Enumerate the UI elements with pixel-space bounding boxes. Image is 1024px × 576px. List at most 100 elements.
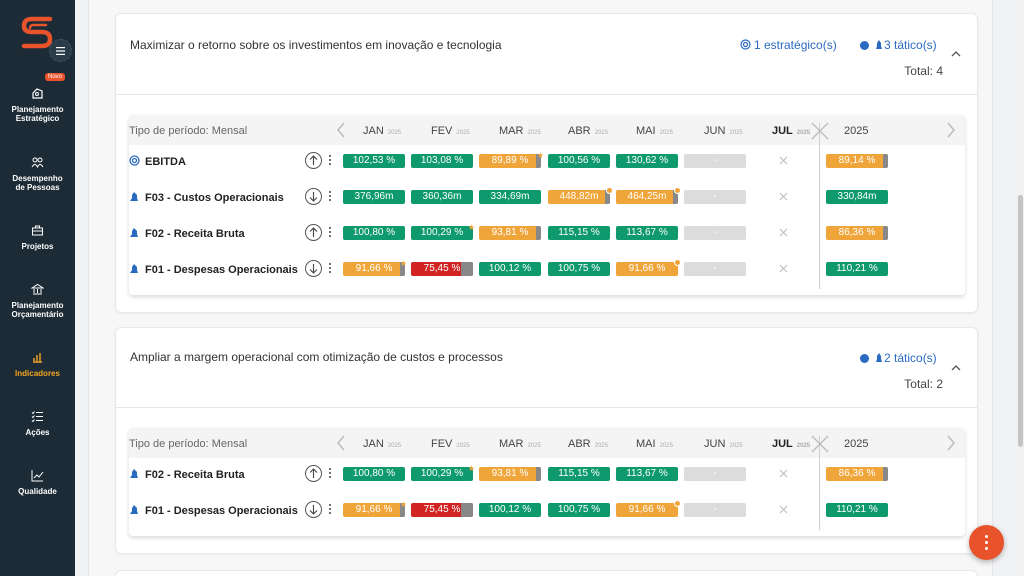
polarity-down-button[interactable]	[305, 260, 322, 277]
value-text: 110,21 %	[836, 504, 878, 515]
month-header: JUN 2025	[704, 125, 743, 137]
sidebar-item-desempenho-de-pessoas[interactable]: Desempenho de Pessoas	[0, 156, 75, 192]
indicator-value-cell[interactable]: 100,75 %	[548, 503, 610, 517]
indicator-value-cell[interactable]: 100,29 % ★	[411, 223, 475, 240]
indicator-value-cell[interactable]: 100,80 %	[343, 226, 405, 240]
row-options-icon[interactable]	[328, 503, 332, 515]
indicator-name: F02 - Receita Bruta	[145, 469, 245, 481]
bar-chart-icon	[33, 353, 42, 363]
close-icon[interactable]	[809, 433, 831, 455]
indicator-value-cell[interactable]: 360,36m	[411, 190, 473, 204]
previous-period-arrow-icon[interactable]	[335, 121, 347, 139]
indicator-value-cell[interactable]: 91,66 %	[616, 500, 681, 517]
sidebar-item-planejamento-estrategico[interactable]: Planejamento Estratégico	[0, 87, 75, 123]
indicator-value-cell[interactable]: 91,66 % ★	[343, 259, 407, 276]
month-name: ABR	[568, 125, 591, 137]
chess-piece-icon	[130, 264, 138, 273]
indicator-value-cell[interactable]: 75,45 %	[411, 262, 473, 276]
indicator-value-cell[interactable]: 89,89 % ★	[479, 151, 544, 168]
next-period-arrow-icon[interactable]	[945, 434, 957, 452]
polarity-up-button[interactable]	[305, 152, 322, 169]
indicator-value-cell[interactable]: 113,67 %	[616, 226, 678, 240]
indicator-value-cell[interactable]: 103,08 %	[411, 154, 473, 168]
row-options-icon[interactable]	[328, 467, 332, 479]
indicator-value-cell[interactable]: -	[684, 190, 746, 204]
collapse-chevron-icon[interactable]	[950, 362, 962, 374]
indicator-row[interactable]: F03 - Custos Operacionais	[129, 191, 284, 204]
indicator-value-cell[interactable]: 100,80 %	[343, 467, 405, 481]
scrollbar[interactable]	[1017, 0, 1024, 576]
indicator-value-cell[interactable]: 376,96m	[343, 190, 405, 204]
indicator-row[interactable]: F02 - Receita Bruta	[129, 227, 245, 240]
indicator-value-cell[interactable]: 115,15 %	[548, 226, 610, 240]
close-icon[interactable]	[809, 120, 831, 142]
indicator-value-cell[interactable]: 100,75 %	[548, 262, 610, 276]
indicator-value-cell[interactable]: -	[684, 262, 746, 276]
polarity-up-button[interactable]	[305, 224, 322, 241]
indicator-value-cell[interactable]: -	[684, 467, 746, 481]
indicator-value-cell[interactable]: 93,81 %	[479, 226, 541, 240]
month-year: 2025	[594, 443, 608, 449]
objective-title: Ampliar a margem operacional com otimiza…	[130, 350, 503, 364]
indicator-row[interactable]: F02 - Receita Bruta	[129, 468, 245, 481]
year-value-cell[interactable]: 86,36 %	[826, 467, 888, 481]
year-value-cell[interactable]: 110,21 %	[826, 262, 888, 276]
year-value-cell[interactable]: 89,14 %	[826, 154, 888, 168]
strategic-indicators-chip[interactable]: 1 estratégico(s)	[740, 38, 837, 52]
indicator-row[interactable]: EBITDA	[129, 155, 186, 168]
row-options-icon[interactable]	[328, 226, 332, 238]
value-text: 100,29 %	[420, 227, 464, 238]
indicator-value-cell[interactable]: 100,12 %	[479, 262, 541, 276]
month-header: MAR 2025	[499, 125, 541, 137]
year-value-cell[interactable]: 86,36 %	[826, 226, 888, 240]
next-period-arrow-icon[interactable]	[945, 121, 957, 139]
indicator-value-cell[interactable]: 464,25m	[616, 187, 681, 204]
indicator-value-cell[interactable]: 102,53 %	[343, 154, 405, 168]
sidebar-item-acoes[interactable]: Ações	[0, 410, 75, 437]
indicator-value-cell[interactable]: 448,82m	[548, 187, 613, 204]
year-value-cell[interactable]: 110,21 %	[826, 503, 888, 517]
month-name: FEV	[431, 438, 453, 450]
indicator-value-cell[interactable]: 100,56 %	[548, 154, 610, 168]
value-text: 89,14 %	[838, 155, 876, 166]
indicator-value-cell[interactable]: 100,29 % ★	[411, 464, 475, 481]
indicator-value-cell[interactable]: 93,81 %	[479, 467, 541, 481]
indicator-value-cell[interactable]: 115,15 %	[548, 467, 610, 481]
value-text: 75,45 %	[423, 263, 461, 274]
indicator-row[interactable]: F01 - Despesas Operacionais	[129, 504, 298, 517]
row-options-icon[interactable]	[328, 262, 332, 274]
indicator-value-cell[interactable]: 91,66 % ★	[343, 500, 407, 517]
menu-toggle-button[interactable]	[49, 39, 72, 62]
collapse-chevron-icon[interactable]	[950, 48, 962, 60]
indicator-value-cell[interactable]: 130,62 %	[616, 154, 678, 168]
indicator-value-cell[interactable]: -	[684, 154, 746, 168]
row-options-icon[interactable]	[328, 154, 332, 166]
sidebar-item-qualidade[interactable]: Qualidade	[0, 469, 75, 496]
more-actions-button[interactable]	[969, 525, 1004, 560]
polarity-down-button[interactable]	[305, 501, 322, 518]
sidebar-item-label: de Pessoas	[15, 183, 60, 192]
logo[interactable]	[20, 14, 54, 50]
sidebar-item-planejamento-orcamentario[interactable]: Planejamento Orçamentário	[0, 283, 75, 319]
indicator-value-cell[interactable]: 100,12 %	[479, 503, 541, 517]
indicator-value-cell[interactable]: 113,67 %	[616, 467, 678, 481]
indicator-row[interactable]: F01 - Despesas Operacionais	[129, 263, 298, 276]
row-options-icon[interactable]	[328, 190, 332, 202]
polarity-down-button[interactable]	[305, 188, 322, 205]
polarity-up-button[interactable]	[305, 465, 322, 482]
indicator-value-cell[interactable]: -	[684, 503, 746, 517]
scrollbar-thumb[interactable]	[1018, 195, 1023, 447]
indicator-value-cell[interactable]: 334,69m	[479, 190, 541, 204]
tactical-indicators-chip[interactable]: 2 tático(s)	[860, 351, 937, 365]
sidebar-item-projetos[interactable]: Projetos	[0, 224, 75, 251]
indicator-value-cell[interactable]: 91,66 %	[616, 259, 681, 276]
tactical-indicators-chip[interactable]: 3 tático(s)	[860, 38, 937, 52]
sidebar-item-indicadores[interactable]: Indicadores	[0, 351, 75, 378]
month-header: JUL 2025	[772, 125, 810, 137]
indicator-value-cell[interactable]: -	[684, 226, 746, 240]
previous-period-arrow-icon[interactable]	[335, 434, 347, 452]
indicator-value-cell[interactable]: 75,45 %	[411, 503, 473, 517]
value-text: 100,29 %	[420, 468, 464, 479]
year-value-cell[interactable]: 330,84m	[826, 190, 888, 204]
value-text: -	[713, 155, 717, 166]
